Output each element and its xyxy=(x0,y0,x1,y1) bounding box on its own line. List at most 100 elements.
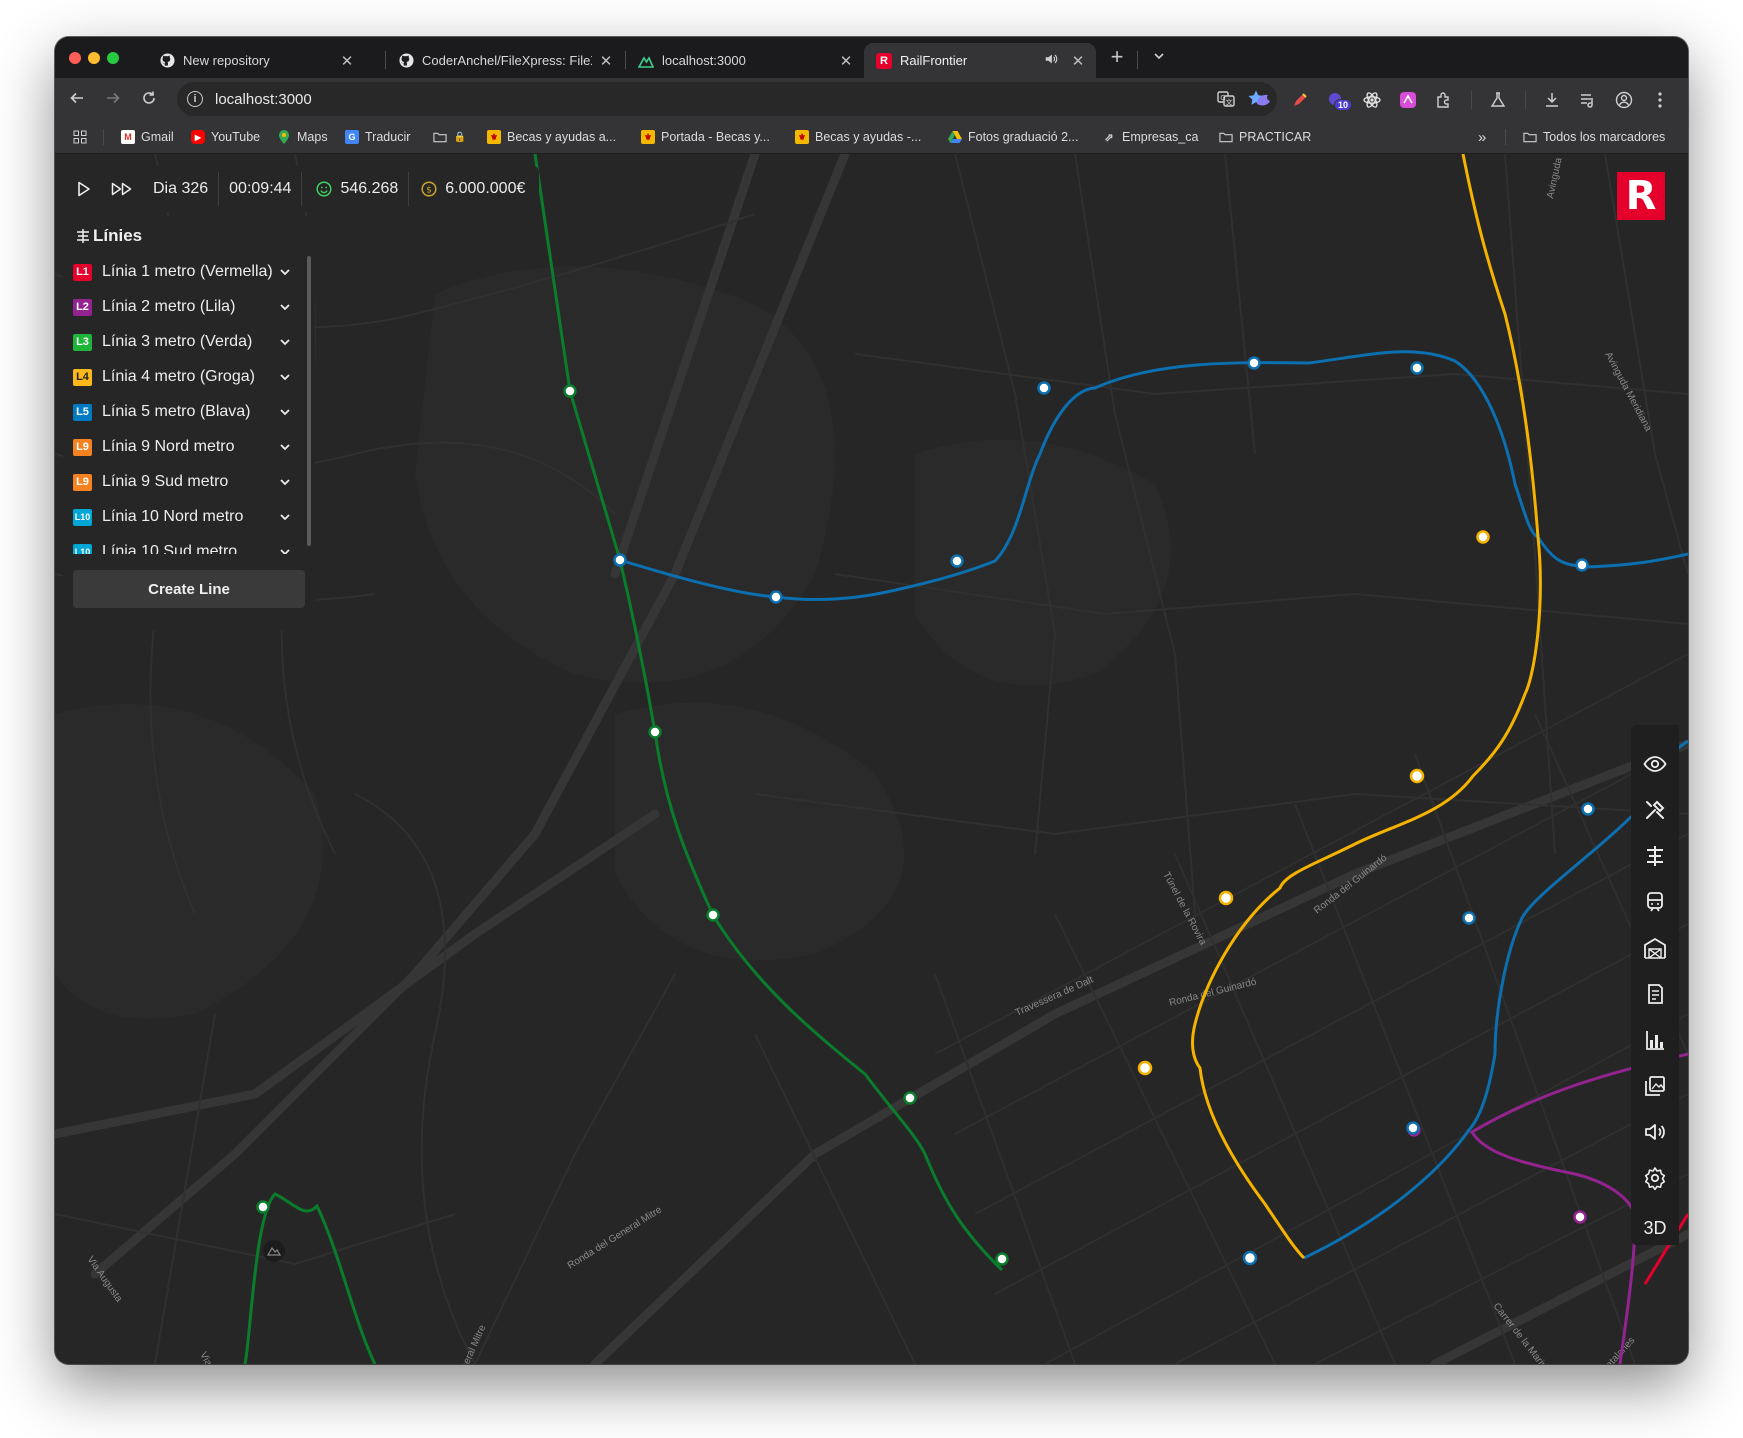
bookmark-traducir[interactable]: G Traducir xyxy=(345,121,410,153)
extension-pen-icon[interactable] xyxy=(1289,89,1311,111)
chevron-down-icon[interactable] xyxy=(277,369,293,385)
ledger-icon[interactable] xyxy=(1633,972,1677,1016)
profile-icon[interactable] xyxy=(1613,89,1635,111)
sound-icon[interactable] xyxy=(1633,1110,1677,1154)
station[interactable] xyxy=(1247,356,1261,370)
line-item-l1[interactable]: L1 Línia 1 metro (Vermella) xyxy=(73,258,293,286)
station[interactable] xyxy=(1410,361,1424,375)
view-3d-button[interactable]: 3D xyxy=(1633,1206,1677,1250)
station[interactable] xyxy=(995,1252,1009,1266)
line-item-l4[interactable]: L4 Línia 4 metro (Groga) xyxy=(73,363,293,391)
lines-icon[interactable] xyxy=(1633,834,1677,878)
new-tab-button[interactable]: + xyxy=(1105,45,1129,69)
line-item-l9-nord[interactable]: L9 Línia 9 Nord metro xyxy=(73,433,293,461)
bookmark-gmail[interactable]: M Gmail xyxy=(121,121,174,153)
station[interactable] xyxy=(1476,530,1490,544)
station[interactable] xyxy=(769,590,783,604)
close-tab-icon[interactable]: ✕ xyxy=(339,52,355,70)
chevron-down-icon[interactable] xyxy=(277,439,293,455)
address-bar[interactable]: i localhost:3000 文G xyxy=(177,82,1277,116)
more-bookmarks-icon[interactable]: » xyxy=(1478,121,1486,153)
create-line-button[interactable]: Create Line xyxy=(73,570,305,608)
station[interactable] xyxy=(613,553,627,567)
station[interactable] xyxy=(648,725,662,739)
close-tab-icon[interactable]: ✕ xyxy=(598,52,614,70)
site-info-icon[interactable]: i xyxy=(187,91,203,107)
station[interactable] xyxy=(903,1091,917,1105)
station[interactable] xyxy=(1462,911,1476,925)
station[interactable] xyxy=(256,1200,270,1214)
bookmark-becas-2[interactable]: ⚜ Portada - Becas y... xyxy=(641,121,770,153)
chevron-down-icon[interactable] xyxy=(277,334,293,350)
extension-pink-icon[interactable] xyxy=(1397,89,1419,111)
station[interactable] xyxy=(1406,1121,1420,1135)
bookmark-becas-3[interactable]: ⚜ Becas y ayudas -... xyxy=(795,121,921,153)
bookmark-becas-1[interactable]: ⚜ Becas y ayudas a... xyxy=(487,121,616,153)
bookmark-fotos[interactable]: Fotos graduació 2... xyxy=(948,121,1078,153)
station[interactable] xyxy=(1573,1210,1587,1224)
chevron-down-icon[interactable] xyxy=(277,299,293,315)
line-item-l10-nord[interactable]: L10 Línia 10 Nord metro xyxy=(73,503,293,531)
extension-badge-icon[interactable]: 10 xyxy=(1325,89,1353,111)
line-item-l3[interactable]: L3 Línia 3 metro (Verda) xyxy=(73,328,293,356)
line-item-l10-sud[interactable]: L10 Línia 10 Sud metro xyxy=(73,538,293,554)
chevron-down-icon[interactable] xyxy=(277,404,293,420)
maximize-window-button[interactable] xyxy=(107,52,119,64)
all-bookmarks[interactable]: Todos los marcadores xyxy=(1523,121,1665,153)
line-item-l9-sud[interactable]: L9 Línia 9 Sud metro xyxy=(73,468,293,496)
station[interactable] xyxy=(1242,1250,1258,1266)
bookmark-youtube[interactable]: ▶ YouTube xyxy=(191,121,260,153)
station[interactable] xyxy=(950,554,964,568)
train-icon[interactable] xyxy=(1633,880,1677,924)
eye-icon[interactable] xyxy=(1633,742,1677,786)
media-controls-icon[interactable] xyxy=(1577,89,1599,111)
bookmark-folder[interactable]: 🔒 xyxy=(433,121,473,153)
tab-localhost[interactable]: localhost:3000 ✕ xyxy=(626,43,864,78)
apps-grid-icon[interactable] xyxy=(73,121,87,153)
react-devtools-icon[interactable] xyxy=(1361,89,1383,111)
forward-button[interactable] xyxy=(101,88,125,112)
labs-flask-icon[interactable] xyxy=(1487,89,1509,111)
bookmark-empresas[interactable]: ⇗ Empresas_ca xyxy=(1102,121,1198,153)
tab-search-chevron-icon[interactable] xyxy=(1147,45,1171,69)
chevron-down-icon[interactable] xyxy=(277,264,293,280)
settings-icon[interactable] xyxy=(1633,1156,1677,1200)
browser-menu-icon[interactable] xyxy=(1649,89,1671,111)
back-button[interactable] xyxy=(65,88,89,112)
extension-purple-icon[interactable] xyxy=(1253,89,1275,111)
station[interactable] xyxy=(1581,802,1595,816)
close-tab-icon[interactable]: ✕ xyxy=(838,52,854,70)
chevron-down-icon[interactable] xyxy=(277,544,293,554)
station[interactable] xyxy=(1218,890,1234,906)
station[interactable] xyxy=(1037,381,1051,395)
tab-railfrontier[interactable]: R RailFrontier ✕ xyxy=(864,43,1096,78)
station[interactable] xyxy=(1137,1060,1153,1076)
line-item-l5[interactable]: L5 Línia 5 metro (Blava) xyxy=(73,398,293,426)
station[interactable] xyxy=(1409,768,1425,784)
minimize-window-button[interactable] xyxy=(88,52,100,64)
bookmark-maps[interactable]: Maps xyxy=(277,121,328,153)
play-button[interactable] xyxy=(63,166,101,212)
stats-icon[interactable] xyxy=(1633,1018,1677,1062)
extensions-puzzle-icon[interactable] xyxy=(1433,89,1455,111)
lines-scrollbar[interactable] xyxy=(307,256,311,546)
close-window-button[interactable] xyxy=(69,52,81,64)
tab-filexpress[interactable]: CoderAnchel/FileXpress: FileXp ✕ xyxy=(386,43,624,78)
station[interactable] xyxy=(1575,558,1589,572)
station-icon[interactable] xyxy=(1633,926,1677,970)
chevron-down-icon[interactable] xyxy=(277,474,293,490)
tab-new-repository[interactable]: New repository ✕ xyxy=(147,43,365,78)
translate-icon[interactable]: 文G xyxy=(1217,90,1235,113)
fast-forward-button[interactable] xyxy=(101,166,143,212)
station[interactable] xyxy=(706,908,720,922)
reload-button[interactable] xyxy=(137,88,161,112)
line-item-l2[interactable]: L2 Línia 2 metro (Lila) xyxy=(73,293,293,321)
bookmark-practicar[interactable]: PRACTICAR xyxy=(1219,121,1311,153)
gallery-icon[interactable] xyxy=(1633,1064,1677,1108)
station[interactable] xyxy=(563,384,577,398)
map-attribution-icon[interactable] xyxy=(263,1240,285,1262)
tools-icon[interactable] xyxy=(1633,788,1677,832)
close-tab-icon[interactable]: ✕ xyxy=(1070,52,1086,70)
download-icon[interactable] xyxy=(1541,89,1563,111)
chevron-down-icon[interactable] xyxy=(277,509,293,525)
